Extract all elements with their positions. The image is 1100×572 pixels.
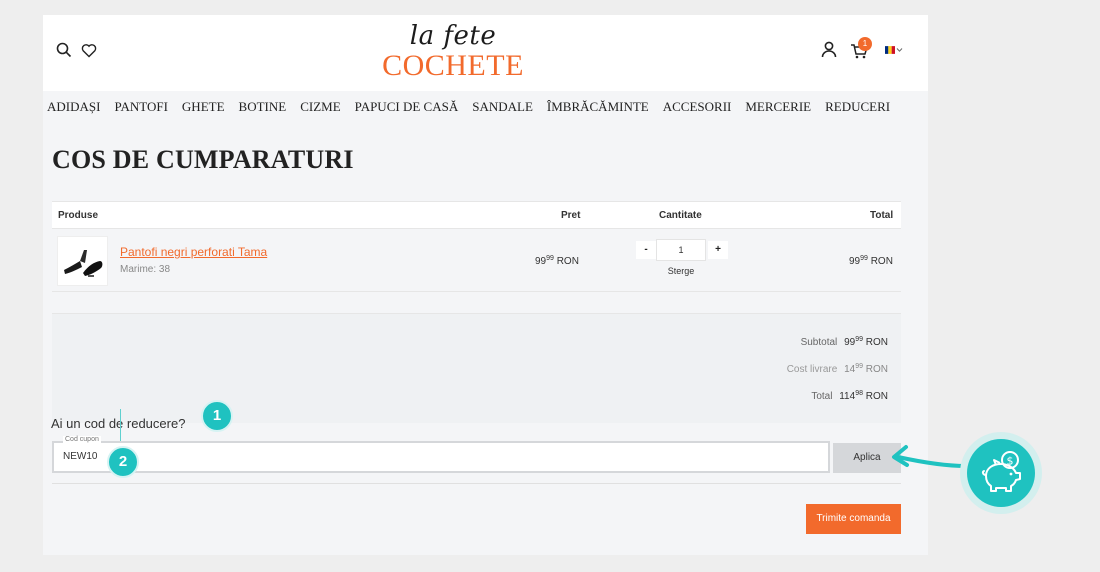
nav-item-imbracaminte[interactable]: ÎMBRĂCĂMINTE [547,99,649,115]
product-thumbnail[interactable] [57,236,108,286]
coupon-question: Ai un cod de reducere? [51,416,186,431]
step-2-badge: 2 [107,446,139,478]
subtotal-currency: RON [865,337,888,348]
divider [52,483,901,484]
pointer-arrow-icon [892,445,968,468]
total-label: Total [811,391,833,402]
shipping-line: Cost livrare 1499 RON [787,363,888,375]
piggy-bank-icon: $ [967,439,1035,507]
submit-order-button[interactable]: Trimite comanda [806,504,901,534]
total-currency: RON [865,391,888,402]
row-total-int: 99 [849,256,861,267]
row-total: 9999 RON [849,255,893,267]
shipping-int: 14 [844,364,856,375]
unit-price-int: 99 [535,256,547,267]
order-summary: Subtotal 9999 RON Cost livrare 1499 RON … [52,313,901,423]
total-dec: 98 [855,390,863,397]
flag-ro-icon[interactable] [885,46,895,54]
cart-table-header: Produse Pret Cantitate Total [52,201,901,229]
remove-item-link[interactable]: Sterge [652,266,710,276]
heart-icon[interactable] [81,43,97,58]
row-total-currency: RON [870,256,893,267]
qty-decrease-button[interactable]: - [636,241,656,259]
page-container: la fete COCHETE 1 ADIDAȘI PANTOFI GHETE … [43,15,928,555]
unit-price: 9999 RON [535,255,579,267]
subtotal-label: Subtotal [800,337,838,348]
coupon-input-field[interactable]: Cod cupon NEW10 [52,436,830,473]
shipping-label: Cost livrare [786,364,838,375]
subtotal-int: 99 [844,337,856,348]
subtotal-value: 9999 RON [844,336,888,348]
nav-item-reduceri[interactable]: REDUCERI [825,99,890,115]
unit-price-dec: 99 [546,255,554,262]
coupon-input-value[interactable]: NEW10 [63,451,97,462]
product-name-link[interactable]: Pantofi negri perforati Tama [120,245,267,259]
nav-item-adidasi[interactable]: ADIDAȘI [47,99,100,115]
site-logo[interactable]: la fete COCHETE [373,21,533,85]
qty-increase-button[interactable]: + [708,241,728,259]
subtotal-dec: 99 [855,336,863,343]
shipping-value: 1499 RON [844,363,888,375]
search-icon[interactable] [56,42,72,58]
total-line: Total 11498 RON [811,390,888,402]
chevron-down-icon[interactable] [896,47,903,53]
total-int: 114 [839,391,856,402]
main-nav: ADIDAȘI PANTOFI GHETE BOTINE CIZME PAPUC… [43,91,928,123]
cart-table: Produse Pret Cantitate Total Pantofi neg… [52,201,901,292]
total-value: 11498 RON [839,390,888,402]
qty-input[interactable]: 1 [656,239,706,261]
table-row: Pantofi negri perforati Tama Marime: 38 … [52,229,901,292]
nav-item-cizme[interactable]: CIZME [300,99,340,115]
subtotal-line: Subtotal 9999 RON [801,336,888,348]
nav-item-accesorii[interactable]: ACCESORII [663,99,732,115]
nav-item-ghete[interactable]: GHETE [182,99,225,115]
nav-item-pantofi[interactable]: PANTOFI [114,99,167,115]
piggy-bank-badge: $ [960,432,1042,514]
step-1-badge: 1 [201,400,233,432]
shipping-dec: 99 [855,363,863,370]
header-total: Total [870,210,894,221]
logo-script-text: la fete [409,21,497,51]
text-cursor-marker [120,409,121,441]
logo-main-text: COCHETE [382,49,524,82]
product-size: Marime: 38 [120,264,171,275]
nav-item-botine[interactable]: BOTINE [239,99,287,115]
header-price: Pret [561,210,581,221]
cart-count-badge: 1 [858,37,872,51]
shipping-currency: RON [865,364,888,375]
unit-price-currency: RON [556,256,579,267]
user-icon[interactable] [821,41,837,58]
header-quantity: Cantitate [659,210,702,221]
row-total-dec: 99 [860,255,868,262]
nav-item-sandale[interactable]: SANDALE [472,99,533,115]
nav-item-papuci[interactable]: PAPUCI DE CASĂ [355,99,459,115]
coupon-field-label: Cod cupon [63,436,101,443]
site-header: la fete COCHETE 1 [43,15,928,91]
header-products: Produse [58,210,99,221]
nav-item-mercerie[interactable]: MERCERIE [745,99,811,115]
page-title: COS DE CUMPARATURI [52,145,354,174]
